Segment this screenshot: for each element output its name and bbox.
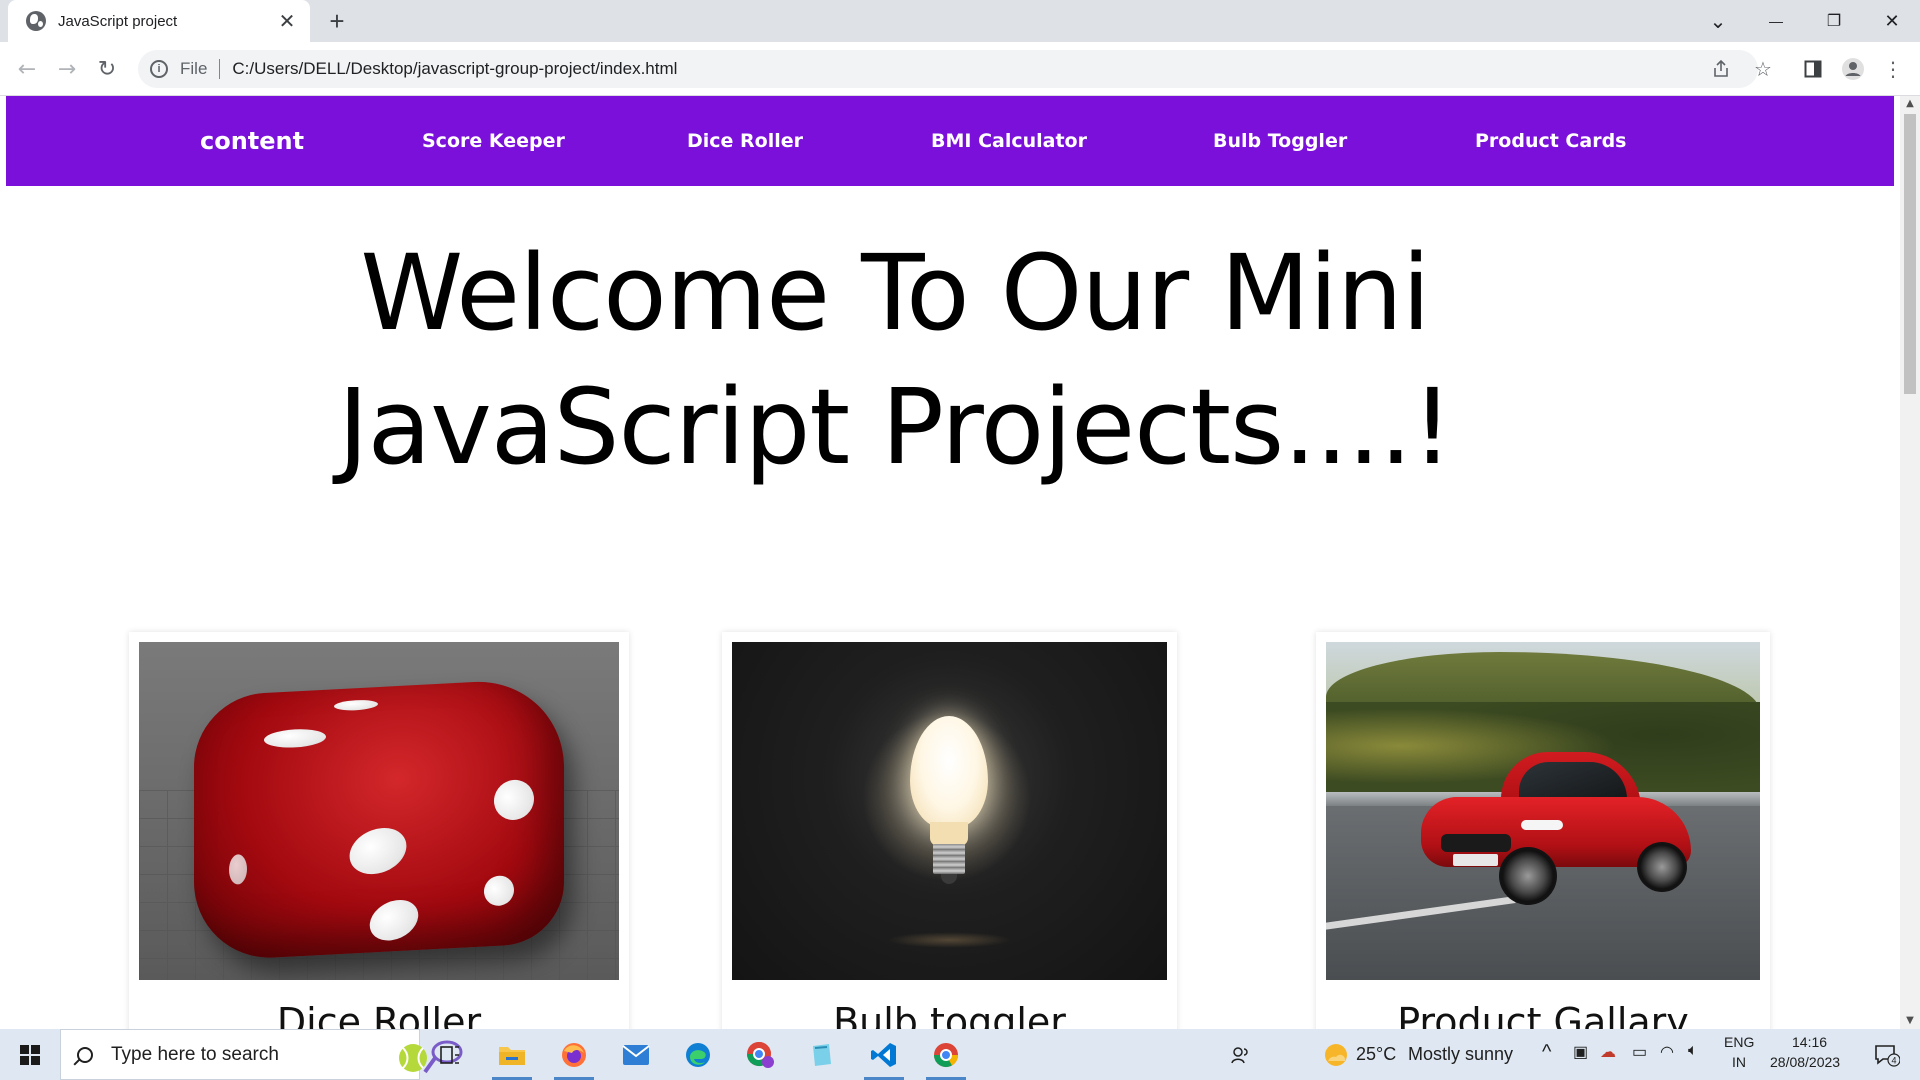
nav-link-dice-roller[interactable]: Dice Roller [687, 96, 803, 186]
vscode-icon[interactable] [856, 1029, 912, 1080]
address-bar[interactable]: i File C:/Users/DELL/Desktop/javascript-… [138, 50, 1758, 88]
dice-image [139, 642, 619, 980]
scroll-thumb[interactable] [1904, 114, 1916, 394]
tab-title: JavaScript project [58, 12, 178, 30]
card-title: Product Gallary [1397, 1000, 1689, 1029]
card-title: Dice Roller [276, 1000, 482, 1029]
nav-link-bulb-toggler[interactable]: Bulb Toggler [1213, 96, 1347, 186]
people-icon[interactable] [1220, 1029, 1260, 1080]
share-icon[interactable] [1706, 54, 1736, 84]
reload-icon[interactable]: ↻ [90, 52, 124, 86]
site-navbar: content Score Keeper Dice Roller BMI Cal… [6, 96, 1894, 186]
bookmark-star-icon[interactable]: ☆ [1748, 54, 1778, 84]
browser-tab[interactable]: JavaScript project ✕ [8, 0, 310, 42]
chevron-up-icon[interactable]: ^ [1542, 1041, 1551, 1064]
notification-count: 4 [1891, 1055, 1896, 1065]
card-bulb-toggler[interactable]: Bulb toggler [722, 632, 1177, 1029]
nav-brand[interactable]: content [200, 96, 304, 186]
battery-icon[interactable]: ▭ [1632, 1042, 1647, 1062]
taskbar-search[interactable]: Type here to search [60, 1029, 463, 1080]
red-car-image [1326, 642, 1760, 980]
notification-center-icon[interactable]: 4 [1862, 1029, 1912, 1080]
search-placeholder: Type here to search [111, 1043, 279, 1065]
mail-icon[interactable] [608, 1029, 664, 1080]
weather-sun-icon[interactable] [1318, 1029, 1354, 1080]
chrome-profile-icon[interactable] [732, 1029, 788, 1080]
nav-link-product-cards[interactable]: Product Cards [1475, 96, 1626, 186]
windows-taskbar: Type here to search 25°C Mostly sunny ^ … [0, 1029, 1920, 1080]
search-icon [77, 1046, 93, 1063]
scroll-up-icon[interactable]: ▲ [1900, 96, 1920, 112]
hero-line-2: JavaScript Projects....! [337, 366, 1453, 488]
card-product-gallary[interactable]: Product Gallary [1316, 632, 1770, 1029]
globe-icon [26, 11, 46, 31]
side-panel-icon[interactable] [1798, 54, 1828, 84]
scroll-down-icon[interactable]: ▼ [1900, 1013, 1920, 1029]
hero-line-1: Welcome To Our Mini [360, 232, 1430, 354]
browser-toolbar: ← → ↻ i File C:/Users/DELL/Desktop/javas… [0, 42, 1920, 96]
new-tab-button[interactable]: + [322, 6, 352, 36]
edge-icon[interactable] [670, 1029, 726, 1080]
address-divider [219, 59, 221, 79]
cloud-error-icon[interactable]: ☁ [1600, 1042, 1616, 1062]
nav-link-bmi-calculator[interactable]: BMI Calculator [931, 96, 1087, 186]
nav-link-score-keeper[interactable]: Score Keeper [422, 96, 565, 186]
card-dice-roller[interactable]: Dice Roller [129, 632, 629, 1029]
windows-logo-icon [20, 1044, 40, 1065]
meet-icon[interactable]: ▣ [1573, 1042, 1588, 1062]
page-viewport: content Score Keeper Dice Roller BMI Cal… [0, 96, 1920, 1029]
light-bulb-image [732, 642, 1167, 980]
volume-icon[interactable]: 🔈︎ [1688, 1042, 1698, 1060]
tab-strip: JavaScript project ✕ + ⌄ — ❐ ✕ [0, 0, 1920, 42]
chrome-icon[interactable] [918, 1029, 974, 1080]
minimize-button[interactable]: — [1748, 0, 1804, 42]
restore-button[interactable]: ❐ [1806, 0, 1862, 42]
clock-date[interactable]: 28/08/2023 [1770, 1054, 1840, 1070]
tab-close-icon[interactable]: ✕ [276, 9, 298, 33]
url-text[interactable]: C:/Users/DELL/Desktop/javascript-group-p… [232, 59, 677, 79]
info-icon[interactable]: i [150, 60, 168, 78]
menu-kebab-icon[interactable]: ⋮ [1878, 54, 1908, 84]
weather-desc[interactable]: Mostly sunny [1408, 1044, 1513, 1065]
tab-search-icon[interactable]: ⌄ [1690, 0, 1746, 42]
weather-temp[interactable]: 25°C [1356, 1044, 1396, 1065]
page-scrollbar[interactable]: ▲ ▼ [1900, 96, 1920, 1029]
task-view-icon[interactable] [422, 1029, 478, 1080]
card-title: Bulb toggler [833, 1000, 1066, 1029]
language-top[interactable]: ENG [1724, 1034, 1754, 1050]
profile-avatar-icon[interactable] [1838, 54, 1868, 84]
scheme-label: File [180, 59, 208, 78]
start-button[interactable] [0, 1029, 60, 1080]
file-explorer-icon[interactable] [484, 1029, 540, 1080]
clock-time[interactable]: 14:16 [1792, 1034, 1827, 1050]
hero-heading: Welcome To Our Mini JavaScript Projects.… [0, 226, 1790, 494]
wifi-icon[interactable]: ◠ [1660, 1042, 1674, 1062]
close-window-button[interactable]: ✕ [1864, 0, 1920, 42]
back-arrow-icon[interactable]: ← [10, 52, 44, 86]
language-bottom[interactable]: IN [1732, 1054, 1746, 1070]
notepad-icon[interactable] [794, 1029, 850, 1080]
firefox-icon[interactable] [546, 1029, 602, 1080]
forward-arrow-icon[interactable]: → [50, 52, 84, 86]
